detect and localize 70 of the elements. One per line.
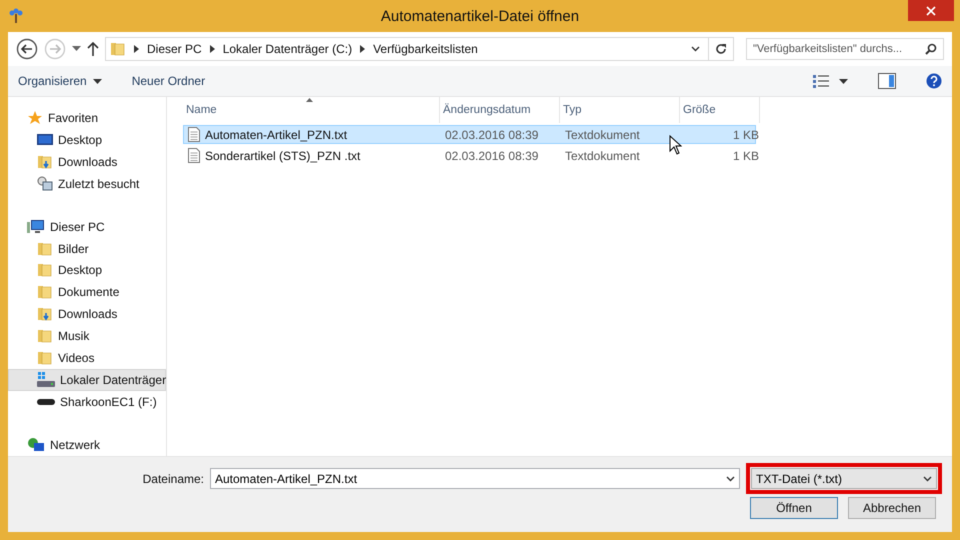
caret-icon: [726, 476, 735, 482]
sidebar-item[interactable]: Downloads: [8, 150, 166, 173]
file-type-dropdown[interactable]: TXT-Datei (*.txt): [751, 468, 937, 489]
sidebar-item[interactable]: Dieser PC: [8, 216, 166, 238]
refresh-icon: [715, 43, 727, 55]
app-icon: [8, 8, 24, 24]
close-button[interactable]: [908, 0, 954, 21]
sidebar-item[interactable]: Zuletzt besucht: [8, 172, 166, 195]
column-header[interactable]: Größe: [680, 97, 760, 123]
filename-field[interactable]: Automaten-Artikel_PZN.txt: [210, 468, 740, 489]
sidebar-item[interactable]: Downloads: [8, 303, 166, 326]
sidebar-item[interactable]: SharkoonEC1 (F:): [8, 391, 166, 413]
folder-icon: [37, 328, 53, 344]
sidebar-item[interactable]: Lokaler Datenträger: [8, 369, 166, 392]
preview-pane-button[interactable]: [878, 73, 896, 89]
star-icon: [27, 110, 43, 126]
text-file-icon: [188, 127, 200, 142]
sidebar-item[interactable]: Videos: [8, 347, 166, 370]
sort-arrow-icon: [306, 98, 313, 102]
view-options-button[interactable]: [813, 74, 848, 88]
sidebar-item[interactable]: Favoriten: [8, 107, 166, 129]
computer-icon: [27, 218, 45, 235]
folder-icon: [110, 41, 126, 57]
column-header[interactable]: Änderungsdatum: [440, 97, 560, 123]
monitor-icon: [37, 132, 53, 147]
address-bar[interactable]: Dieser PC Lokaler Datenträger (C:) Verfügbarkeitslisten: [105, 37, 734, 61]
close-icon: [926, 6, 936, 16]
breadcrumb[interactable]: Verfügbarkeitslisten: [373, 42, 478, 56]
drive-icon: [37, 372, 55, 388]
mouse-pointer-icon: [669, 135, 682, 155]
back-button[interactable]: [16, 38, 38, 60]
recent-dropdown-button[interactable]: [72, 46, 81, 52]
chevron-icon: [360, 45, 366, 53]
sidebar-item[interactable]: Musik: [8, 325, 166, 348]
filename-label: Dateiname:: [142, 472, 204, 486]
breadcrumb[interactable]: Lokaler Datenträger (C:): [222, 42, 352, 56]
text-file-icon: [188, 148, 200, 163]
network-icon: [27, 436, 45, 453]
column-header[interactable]: Typ: [560, 97, 680, 123]
file-row[interactable]: Sonderartikel (STS)_PZN .txt 02.03.2016 08:39 Textdokument 1 KB: [183, 146, 756, 165]
caret-icon: [839, 78, 848, 84]
breadcrumb[interactable]: Dieser PC: [147, 42, 202, 56]
folder-icon: [37, 350, 53, 366]
chevron-icon: [134, 45, 139, 53]
search-field[interactable]: "Verfügbarkeitslisten" durchs...: [746, 38, 944, 60]
drive-icon: [37, 398, 55, 406]
search-icon: [925, 43, 937, 55]
sidebar-item[interactable]: Dokumente: [8, 281, 166, 304]
recent-places-icon: [37, 176, 53, 192]
new-folder-button[interactable]: Neuer Ordner: [132, 74, 206, 88]
cancel-button[interactable]: Abbrechen: [848, 497, 936, 519]
help-button[interactable]: [926, 73, 942, 89]
caret-icon: [92, 78, 102, 84]
open-button[interactable]: Öffnen: [750, 497, 838, 519]
chevron-icon: [210, 45, 215, 53]
file-row[interactable]: Automaten-Artikel_PZN.txt 02.03.2016 08:39 Textdokument 1 KB: [183, 125, 756, 144]
download-folder-icon: [37, 154, 53, 170]
sidebar-item[interactable]: Desktop: [8, 128, 166, 151]
folder-icon: [37, 284, 53, 300]
sidebar-item[interactable]: Bilder: [8, 238, 166, 260]
sidebar-item[interactable]: Desktop: [8, 260, 166, 282]
caret-icon: [923, 476, 932, 482]
organize-menu-button[interactable]: Organisieren: [18, 74, 102, 88]
window-title: Automatenartikel-Datei öffnen: [380, 8, 580, 24]
folder-icon: [37, 262, 53, 278]
dropdown-caret-icon: [691, 46, 700, 52]
up-button[interactable]: [87, 42, 99, 56]
download-folder-icon: [37, 306, 53, 322]
folder-icon: [37, 240, 53, 257]
sidebar-item[interactable]: Netzwerk: [8, 434, 166, 456]
